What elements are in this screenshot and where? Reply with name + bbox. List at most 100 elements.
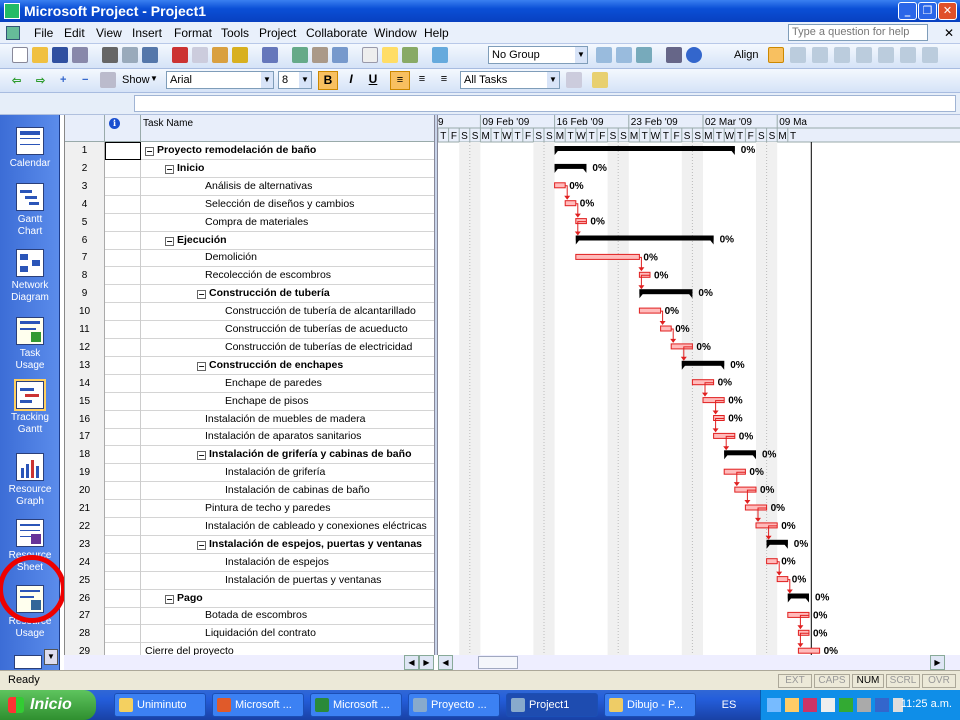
row-indicator[interactable]: [105, 625, 141, 644]
plus-icon[interactable]: +: [60, 74, 66, 86]
task-name-cell[interactable]: Demolición: [205, 249, 257, 267]
scroll-left-icon[interactable]: ◀: [438, 655, 453, 670]
menu-insert[interactable]: Insert: [132, 26, 162, 40]
task-name-cell[interactable]: Selección de diseños y cambios: [205, 196, 354, 214]
menu-file[interactable]: File: [34, 26, 53, 40]
table-row[interactable]: 4 Selección de diseños y cambios: [65, 195, 434, 214]
view-gantt-chart[interactable]: Gantt Chart: [0, 183, 60, 238]
tray-icon[interactable]: [803, 698, 817, 712]
align-center-icon[interactable]: ≡: [412, 71, 432, 90]
unlink-icon[interactable]: [312, 47, 328, 63]
row-id[interactable]: 7: [65, 249, 105, 268]
view-tracking-gantt[interactable]: Tracking Gantt: [0, 379, 60, 436]
row-id[interactable]: 5: [65, 213, 105, 232]
row-id[interactable]: 27: [65, 607, 105, 626]
grid-horizontal-scrollbar[interactable]: ◀ ▶: [64, 655, 434, 670]
task-name-cell[interactable]: Construcción de tubería de alcantarillad…: [225, 303, 416, 321]
more-views-icon[interactable]: [14, 655, 42, 669]
copy-picture-icon[interactable]: [666, 47, 682, 63]
copy-icon[interactable]: [192, 47, 208, 63]
subtasks-icon[interactable]: [100, 72, 116, 88]
table-row[interactable]: 17 Instalación de aparatos sanitarios: [65, 428, 434, 447]
cut-icon[interactable]: [172, 47, 188, 63]
row-indicator[interactable]: [105, 643, 141, 655]
row-id[interactable]: 20: [65, 482, 105, 501]
row-indicator[interactable]: [105, 428, 141, 447]
row-indicator[interactable]: [105, 374, 141, 393]
task-name-cell[interactable]: Construcción de tuberías de acueducto: [225, 321, 408, 339]
layout-option-icon[interactable]: [856, 47, 872, 63]
row-indicator[interactable]: [105, 213, 141, 232]
task-name-cell[interactable]: Construcción de tuberías de electricidad: [225, 339, 412, 357]
row-id[interactable]: 26: [65, 589, 105, 608]
row-indicator[interactable]: [105, 410, 141, 429]
task-name-cell[interactable]: Instalación de cableado y conexiones elé…: [205, 518, 427, 536]
save-icon[interactable]: [52, 47, 68, 63]
task-name-cell[interactable]: − Ejecución: [165, 232, 227, 250]
task-name-cell[interactable]: − Inicio: [165, 160, 204, 178]
task-name-cell[interactable]: − Instalación de espejos, puertas y venta…: [197, 536, 422, 554]
column-header-id[interactable]: [65, 115, 105, 142]
entry-field[interactable]: [134, 95, 956, 112]
row-indicator[interactable]: [105, 571, 141, 590]
language-indicator[interactable]: ES: [706, 690, 752, 720]
view-resource-graph[interactable]: Resource Graph: [0, 453, 60, 508]
task-name-cell[interactable]: Instalación de aparatos sanitarios: [205, 428, 361, 446]
tray-icon[interactable]: [767, 698, 781, 712]
show-button[interactable]: Show: [122, 74, 150, 86]
tray-icon[interactable]: [839, 698, 853, 712]
task-name-cell[interactable]: − Pago: [165, 590, 203, 608]
task-info-icon[interactable]: [362, 47, 378, 63]
table-row[interactable]: 7 Demolición: [65, 249, 434, 268]
row-id[interactable]: 28: [65, 625, 105, 644]
row-id[interactable]: 10: [65, 303, 105, 322]
collapse-icon[interactable]: −: [197, 290, 206, 300]
row-indicator[interactable]: [105, 338, 141, 357]
menu-help[interactable]: Help: [424, 26, 449, 40]
row-id[interactable]: 15: [65, 392, 105, 411]
task-name-cell[interactable]: Instalación de grifería: [225, 464, 325, 482]
arrow-left-icon[interactable]: ⇦: [12, 74, 21, 87]
assign-resources-icon[interactable]: [402, 47, 418, 63]
align-button[interactable]: Align: [734, 49, 758, 61]
table-row[interactable]: 24 Instalación de espejos: [65, 553, 434, 572]
spelling-icon[interactable]: [142, 47, 158, 63]
collapse-icon[interactable]: −: [197, 451, 206, 461]
table-row[interactable]: 26 − Pago: [65, 589, 434, 608]
table-row[interactable]: 14 Enchape de paredes: [65, 374, 434, 393]
project-app-icon[interactable]: [4, 3, 20, 19]
menu-view[interactable]: View: [96, 26, 122, 40]
task-name-cell[interactable]: Cierre del proyecto: [145, 643, 234, 655]
task-name-cell[interactable]: Análisis de alternativas: [205, 178, 312, 196]
row-indicator[interactable]: [105, 142, 141, 160]
split-task-icon[interactable]: [332, 47, 348, 63]
row-indicator[interactable]: [105, 321, 141, 339]
row-indicator[interactable]: [105, 589, 141, 608]
row-id[interactable]: 13: [65, 356, 105, 375]
table-row[interactable]: 28 Liquidación del contrato: [65, 625, 434, 644]
tray-icon[interactable]: [821, 698, 835, 712]
task-name-cell[interactable]: Enchape de pisos: [225, 393, 308, 411]
table-row[interactable]: 15 Enchape de pisos: [65, 392, 434, 411]
format-painter-icon[interactable]: [232, 47, 248, 63]
task-name-cell[interactable]: Botada de escombros: [205, 607, 307, 625]
table-row[interactable]: 25 Instalación de puertas y ventanas: [65, 571, 434, 590]
align-right-icon[interactable]: ≡: [434, 71, 454, 90]
table-row[interactable]: 6 − Ejecución: [65, 231, 434, 250]
row-indicator[interactable]: [105, 356, 141, 375]
underline-button[interactable]: U: [364, 71, 382, 90]
row-indicator[interactable]: [105, 159, 141, 178]
row-id[interactable]: 2: [65, 159, 105, 178]
scroll-thumb[interactable]: [478, 656, 518, 669]
collapse-icon[interactable]: −: [197, 540, 206, 550]
table-row[interactable]: 13 − Construcción de enchapes: [65, 356, 434, 375]
viewbar-scroll-button[interactable]: ▼: [44, 649, 58, 665]
group-select[interactable]: No Group ▼: [488, 46, 588, 64]
row-id[interactable]: 17: [65, 428, 105, 447]
open-icon[interactable]: [32, 47, 48, 63]
table-row[interactable]: 23 − Instalación de espejos, puertas y ven…: [65, 535, 434, 554]
collapse-icon[interactable]: −: [165, 236, 174, 246]
menu-collaborate[interactable]: Collaborate: [306, 26, 367, 40]
layout-option-icon[interactable]: [922, 47, 938, 63]
scroll-left-icon[interactable]: ◀: [404, 655, 419, 670]
